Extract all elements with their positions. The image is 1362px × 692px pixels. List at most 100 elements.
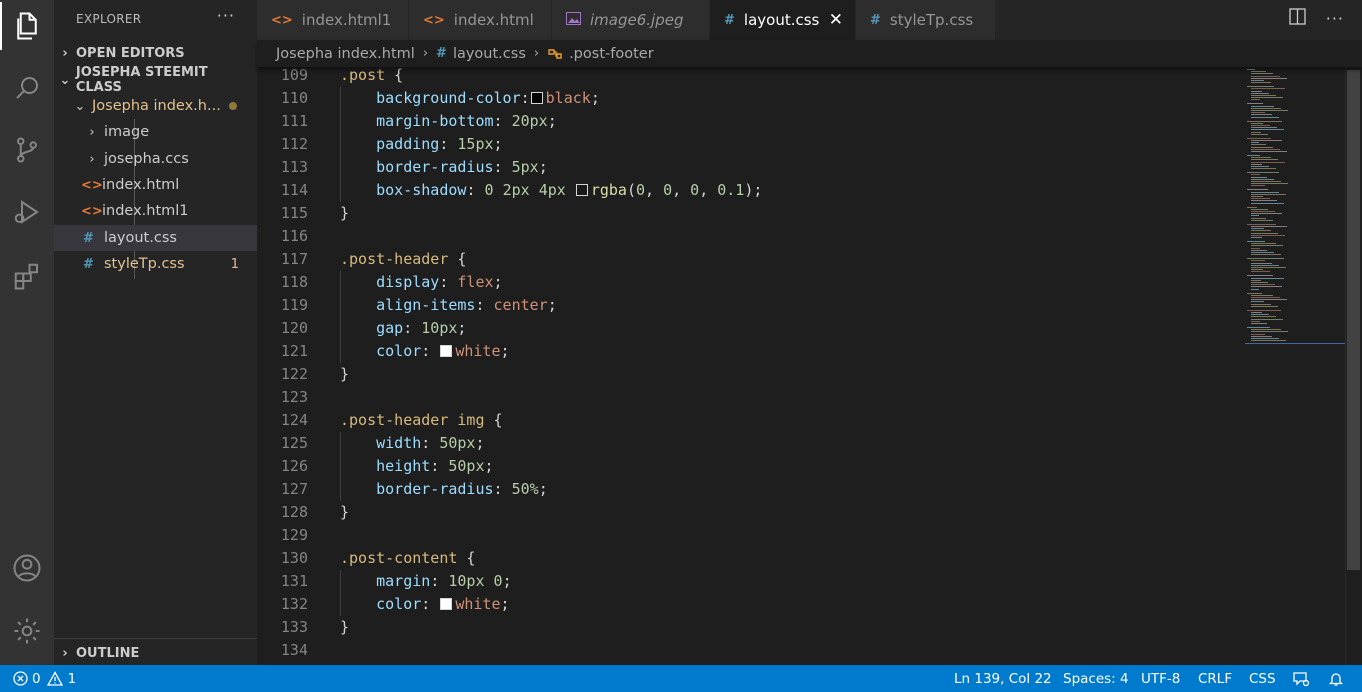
code-line[interactable]: 127 border-radius: 50%; [257,478,1345,501]
tree-file-index-html[interactable]: <> index.html [54,172,257,198]
tab-styletp-css[interactable]: # styleTp.css [856,0,996,40]
tree-folder-image[interactable]: › image [54,119,257,145]
code-line[interactable]: 111 margin-bottom: 20px; [257,110,1345,133]
end-of-line[interactable]: CRLF [1198,665,1232,692]
problems-indicator[interactable]: 0 1 [13,665,76,692]
tree-file-layout-css[interactable]: # layout.css [54,225,257,251]
feedback-icon[interactable] [1292,665,1310,692]
color-swatch[interactable] [440,598,453,610]
gear-icon[interactable] [0,607,54,655]
css-file-icon: # [436,46,447,61]
tree-item-label: layout.css [104,230,177,246]
split-editor-icon[interactable] [1289,8,1306,29]
breadcrumb-symbol[interactable]: .post-footer [569,46,654,62]
code-token: ; [484,457,494,475]
code-editor[interactable]: 109 .post {110 background-color: black; 111… [257,67,1345,665]
code-line[interactable]: 131 margin: 10px 0; [257,570,1345,593]
search-icon[interactable] [0,64,54,112]
code-line[interactable]: 134 [257,639,1345,662]
code-text: align-items: center; [340,294,557,317]
code-line[interactable]: 129 [257,524,1345,547]
color-swatch[interactable] [530,92,543,104]
code-token: } [340,503,350,521]
code-token: .post [340,67,386,84]
files-icon[interactable] [0,2,54,50]
more-actions-icon[interactable]: ··· [217,6,235,25]
open-editors-section[interactable]: › OPEN EDITORS [54,40,257,66]
code-line[interactable]: 109 .post { [257,67,1345,87]
tab-index-html[interactable]: <> index.html [409,0,552,40]
tree-folder-josepha-ccs[interactable]: › josepha.ccs [54,146,257,172]
code-token: : [439,135,458,153]
notifications-bell-icon[interactable] [1328,665,1344,692]
modified-dot [229,102,237,110]
tree-file-styletp-css[interactable]: # styleTp.css 1 [54,251,257,277]
run-debug-icon[interactable] [0,188,54,236]
code-line[interactable]: 110 background-color: black; [257,87,1345,110]
warning-icon [46,671,63,686]
code-token: ; [538,480,548,498]
code-token: : [493,158,512,176]
encoding[interactable]: UTF-8 [1141,665,1180,692]
code-text: height: 50px; [340,455,494,478]
code-token: , [699,181,718,199]
outline-section[interactable]: › OUTLINE [54,640,257,666]
breadcrumb-file[interactable]: layout.css [453,46,526,62]
code-line[interactable]: 130 .post-content { [257,547,1345,570]
code-token: 10px [448,572,485,590]
code-line[interactable]: 125 width: 50px; [257,432,1345,455]
code-line[interactable]: 126 height: 50px; [257,455,1345,478]
code-line[interactable]: 133} [257,616,1345,639]
code-token: : [421,595,440,613]
code-text: } [340,501,349,524]
code-token: 15px [457,135,494,153]
code-line[interactable]: 123 [257,386,1345,409]
breadcrumb-folder[interactable]: Josepha index.html [276,46,415,62]
code-line[interactable]: 116 [257,225,1345,248]
source-control-icon[interactable] [0,126,54,174]
code-line[interactable]: 115} [257,202,1345,225]
code-token: 50px [448,457,485,475]
workspace-section[interactable]: ⌄ JOSEPHA STEEMIT CLASS [54,65,257,95]
more-actions-icon[interactable]: ··· [1326,9,1344,28]
code-line[interactable]: 122} [257,363,1345,386]
code-token: { [457,549,476,567]
code-line[interactable]: 118 display: flex; [257,271,1345,294]
code-line[interactable]: 117 .post-header { [257,248,1345,271]
tab-layout-css[interactable]: # layout.css ✕ [710,0,856,40]
code-text: display: flex; [340,271,502,294]
code-text: .post-content { [340,547,475,570]
code-line[interactable]: 119 align-items: center; [257,294,1345,317]
extensions-icon[interactable] [0,252,54,300]
color-swatch[interactable] [440,345,453,357]
close-icon[interactable]: ✕ [829,10,843,30]
color-swatch[interactable] [575,184,588,196]
code-line[interactable]: 114 box-shadow: 0 2px 4px rgba(0, 0, 0, … [257,179,1345,202]
code-token: ( [626,181,636,199]
cursor-position[interactable]: Ln 139, Col 22 [954,665,1052,692]
tree-file-index-html1[interactable]: <> index.html1 [54,198,257,224]
code-token: display [376,273,440,291]
code-line[interactable]: 112 padding: 15px; [257,133,1345,156]
tab-index-html1[interactable]: <> index.html1 [257,0,409,40]
tree-folder-josepha[interactable]: ⌄ Josepha index.h... [54,93,257,119]
code-line[interactable]: 128} [257,501,1345,524]
code-token: rgba [590,181,627,199]
code-line[interactable]: 124 .post-header img { [257,409,1345,432]
code-token: 0 [484,181,494,199]
language-mode[interactable]: CSS [1249,665,1276,692]
code-token: 50px [439,434,476,452]
tab-image6-jpeg[interactable]: image6.jpeg [552,0,710,40]
scrollbar-thumb[interactable] [1347,70,1360,570]
indentation[interactable]: Spaces: 4 [1063,665,1129,692]
code-line[interactable]: 113 border-radius: 5px; [257,156,1345,179]
code-line[interactable]: 120 gap: 10px; [257,317,1345,340]
code-line[interactable]: 121 color: white; [257,340,1345,363]
account-icon[interactable] [0,544,54,592]
code-line[interactable]: 132 color: white; [257,593,1345,616]
